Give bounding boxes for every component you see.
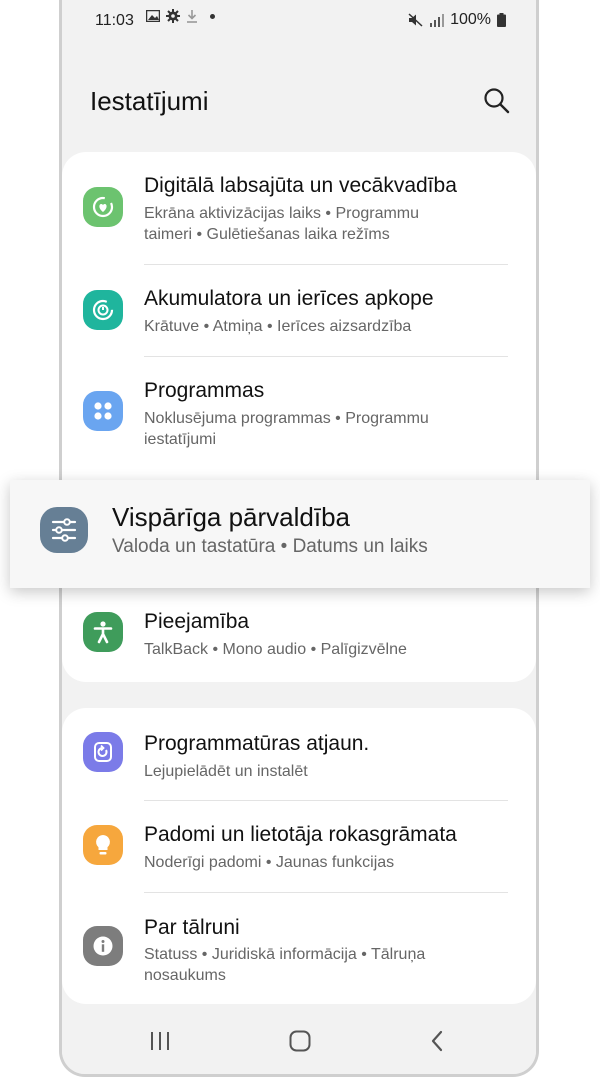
accessibility-icon bbox=[83, 612, 123, 652]
item-title: Akumulatora un ierīces apkope bbox=[144, 287, 434, 310]
gallery-icon bbox=[146, 10, 160, 22]
status-time: 11:03 bbox=[95, 12, 134, 29]
signal-icon bbox=[430, 13, 445, 27]
back-icon bbox=[431, 1030, 443, 1052]
general-management-icon bbox=[40, 507, 88, 553]
item-subtitle: Statuss • Juridiskā informācija • Tālruņ… bbox=[144, 946, 426, 984]
info-icon bbox=[83, 926, 123, 966]
item-title: Par tālruni bbox=[144, 916, 240, 939]
mute-icon bbox=[408, 13, 423, 27]
item-title: Vispārīga pārvaldība bbox=[112, 502, 351, 532]
item-subtitle: Lejupielādēt un instalēt bbox=[144, 763, 308, 780]
settings-item-device-care[interactable]: Akumulatora un ierīces apkope Krātuve • … bbox=[62, 265, 536, 357]
settings-item-general-management[interactable]: Vispārīga pārvaldība Valoda un tastatūra… bbox=[10, 480, 590, 588]
item-subtitle: Noklusējuma programmas • Programmu iesta… bbox=[144, 410, 429, 448]
item-title: Programmatūras atjaun. bbox=[144, 732, 370, 755]
item-subtitle: TalkBack • Mono audio • Palīgizvēlne bbox=[144, 641, 407, 658]
item-title: Digitālā labsajūta un vecākvadība bbox=[144, 174, 457, 197]
item-title: Pieejamība bbox=[144, 610, 250, 633]
settings-group-1: Digitālā labsajūta un vecākvadība Ekrāna… bbox=[62, 152, 536, 682]
item-subtitle: Noderīgi padomi • Jaunas funkcijas bbox=[144, 854, 395, 871]
settings-gear-icon bbox=[166, 9, 180, 23]
settings-item-accessibility[interactable]: Pieejamība TalkBack • Mono audio • Palīg… bbox=[62, 592, 536, 682]
device-care-icon bbox=[83, 290, 123, 330]
settings-item-about-phone[interactable]: Par tālruni Statuss • Juridiskā informāc… bbox=[62, 893, 536, 1004]
notification-dot-icon bbox=[210, 13, 215, 19]
item-subtitle: Valoda un tastatūra • Datums un laiks bbox=[112, 536, 428, 557]
item-subtitle: Ekrāna aktivizācijas laiks • Programmu t… bbox=[144, 205, 420, 243]
home-icon bbox=[289, 1030, 311, 1052]
home-button[interactable] bbox=[280, 1024, 320, 1058]
settings-item-tips[interactable]: Padomi un lietotāja rokasgrāmata Noderīg… bbox=[62, 801, 536, 893]
status-bar: 11:03 100% bbox=[62, 0, 536, 40]
navigation-bar bbox=[62, 1010, 536, 1074]
page-title: Iestatījumi bbox=[90, 86, 209, 116]
tips-icon bbox=[83, 825, 123, 865]
digital-wellbeing-icon bbox=[83, 187, 123, 227]
back-button[interactable] bbox=[417, 1024, 457, 1058]
item-title: Programmas bbox=[144, 379, 265, 402]
recent-apps-button[interactable] bbox=[140, 1024, 180, 1058]
settings-item-digital-wellbeing[interactable]: Digitālā labsajūta un vecākvadība Ekrāna… bbox=[62, 152, 536, 265]
settings-item-apps[interactable]: Programmas Noklusējuma programmas • Prog… bbox=[62, 357, 536, 470]
battery-icon bbox=[497, 13, 506, 27]
apps-icon bbox=[83, 391, 123, 431]
item-subtitle: Krātuve • Atmiņa • Ierīces aizsardzība bbox=[144, 318, 412, 335]
search-icon[interactable] bbox=[482, 86, 512, 116]
battery-level: 100% bbox=[450, 11, 491, 28]
download-icon bbox=[187, 10, 197, 23]
item-title: Padomi un lietotāja rokasgrāmata bbox=[144, 823, 457, 846]
recent-apps-icon bbox=[151, 1032, 169, 1050]
settings-group-2: Programmatūras atjaun. Lejupielādēt un i… bbox=[62, 708, 536, 1004]
software-update-icon bbox=[83, 732, 123, 772]
settings-item-software-update[interactable]: Programmatūras atjaun. Lejupielādēt un i… bbox=[62, 708, 536, 800]
